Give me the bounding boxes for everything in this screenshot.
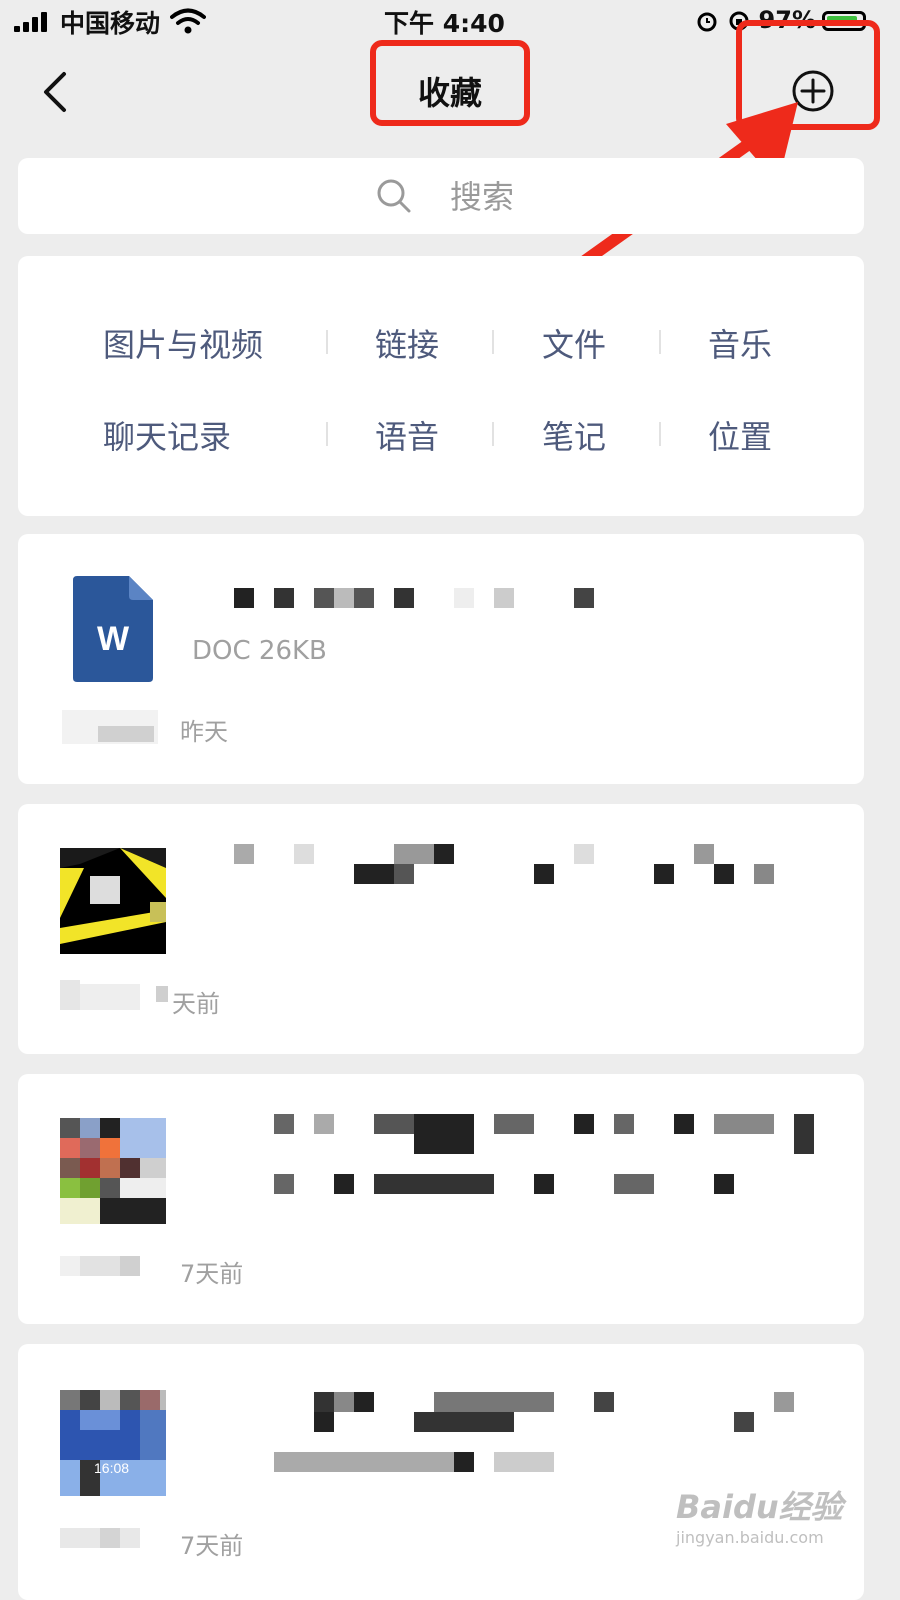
- item-time: 7天前: [180, 1532, 244, 1560]
- back-chevron-icon[interactable]: [40, 70, 70, 114]
- doc-size: DOC 26KB: [192, 636, 327, 666]
- item-thumbnail: [60, 848, 166, 954]
- category-chat-history[interactable]: 聊天记录: [103, 412, 231, 458]
- redacted-title: [194, 1114, 824, 1194]
- item-time: 7天前: [180, 1260, 244, 1288]
- search-placeholder: 搜索: [450, 178, 515, 216]
- clock: 下午 4:40: [384, 9, 505, 38]
- category-links[interactable]: 链接: [375, 320, 439, 366]
- add-circle-icon[interactable]: [790, 68, 836, 114]
- redacted-title: [194, 1392, 824, 1472]
- favorite-item-doc[interactable]: W DOC 26KB 昨天: [18, 534, 864, 784]
- favorite-item-3[interactable]: 7天前: [18, 1074, 864, 1324]
- category-music[interactable]: 音乐: [708, 320, 772, 366]
- category-images-videos[interactable]: 图片与视频: [103, 320, 263, 366]
- redacted-title: [194, 844, 824, 884]
- category-panel: 图片与视频 链接 文件 音乐 聊天记录 语音 笔记 位置: [18, 256, 864, 516]
- word-document-icon: W: [73, 576, 153, 682]
- search-icon: [377, 179, 411, 213]
- redacted-title: [194, 588, 594, 608]
- svg-text:W: W: [97, 620, 130, 658]
- redacted-source: [60, 980, 170, 1010]
- watermark-logo-text: Baidu经验: [676, 1488, 843, 1526]
- redacted-source: [60, 1250, 156, 1280]
- category-voice[interactable]: 语音: [375, 412, 439, 458]
- item-thumbnail: 16:08: [60, 1390, 166, 1496]
- nav-bar: 收藏: [0, 20, 900, 142]
- item-thumbnail: [60, 1118, 166, 1224]
- thumbnail-time-label: 16:08: [94, 1460, 130, 1476]
- category-location[interactable]: 位置: [708, 412, 772, 458]
- item-time: 昨天: [180, 718, 228, 746]
- watermark-url: jingyan.baidu.com: [676, 1528, 824, 1547]
- favorite-item-4[interactable]: 16:08 7天前: [18, 1344, 864, 1600]
- alarm-icon: [697, 12, 717, 32]
- carrier-label: 中国移动: [60, 9, 161, 38]
- category-files[interactable]: 文件: [542, 320, 606, 366]
- category-notes[interactable]: 笔记: [542, 412, 606, 458]
- redacted-source: [62, 710, 158, 744]
- wifi-icon: [170, 8, 206, 34]
- item-time: 天前: [172, 990, 220, 1018]
- page-title: 收藏: [417, 74, 482, 112]
- redacted-source: [60, 1524, 156, 1552]
- favorite-item-2[interactable]: 天前: [18, 804, 864, 1054]
- search-bar[interactable]: 搜索: [18, 158, 864, 234]
- baidu-jingyan-watermark: Baidu经验 jingyan.baidu.com: [676, 1482, 876, 1552]
- cellular-signal-icon: [14, 12, 50, 32]
